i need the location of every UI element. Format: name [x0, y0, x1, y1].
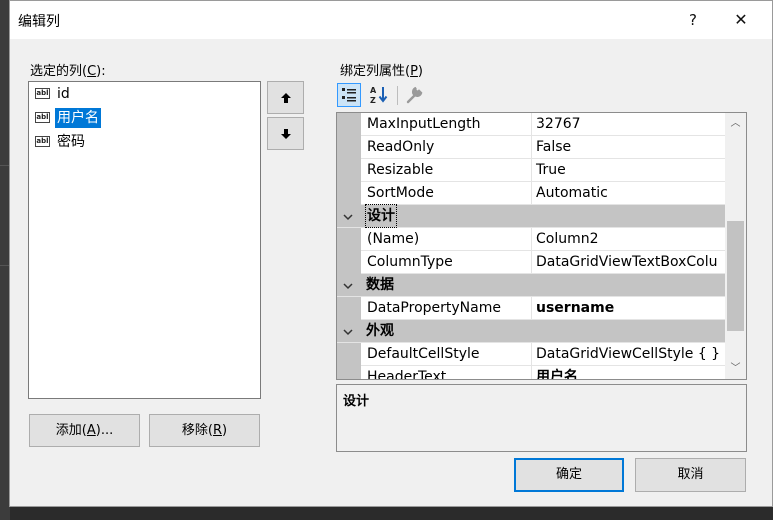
- arrow-up-icon: [280, 93, 291, 103]
- edit-columns-dialog: 编辑列 ? ✕ 选定的列(C): abl id abl 用户名 abl 密码 添加(A).…: [9, 0, 773, 507]
- cancel-button[interactable]: 取消: [635, 458, 746, 492]
- property-value[interactable]: username: [532, 297, 725, 319]
- property-row[interactable]: ReadOnly False: [337, 136, 725, 159]
- category-row[interactable]: 数据: [337, 274, 725, 297]
- property-row[interactable]: SortMode Automatic: [337, 182, 725, 205]
- property-row[interactable]: DefaultCellStyle DataGridViewCellStyle { …: [337, 343, 725, 366]
- scroll-up-arrow[interactable]: ︿: [725, 115, 746, 132]
- property-value[interactable]: DataGridViewTextBoxColu: [532, 251, 725, 273]
- row-gutter: [337, 297, 361, 320]
- textbox-column-icon: abl: [35, 112, 50, 123]
- property-value[interactable]: Column2: [532, 228, 725, 250]
- title-bar: 编辑列 ? ✕: [10, 1, 772, 39]
- property-row[interactable]: (Name) Column2: [337, 228, 725, 251]
- property-name: SortMode: [361, 182, 532, 204]
- property-name: ReadOnly: [361, 136, 532, 158]
- category-label: 设计: [365, 204, 397, 228]
- move-down-button[interactable]: [267, 117, 304, 150]
- arrow-down-icon: [280, 129, 291, 139]
- row-gutter: [337, 228, 361, 251]
- textbox-column-icon: abl: [35, 88, 50, 99]
- list-item[interactable]: abl 用户名: [29, 106, 260, 130]
- property-name: (Name): [361, 228, 532, 250]
- list-item-label: 用户名: [55, 108, 101, 128]
- property-name: DataPropertyName: [361, 297, 532, 319]
- property-grid-scrollbar[interactable]: ︿ ﹀: [725, 113, 746, 379]
- property-name: Resizable: [361, 159, 532, 181]
- property-description-panel: 设计: [336, 384, 747, 452]
- property-name: MaxInputLength: [361, 113, 532, 135]
- bound-column-properties-label: 绑定列属性(P): [340, 64, 423, 79]
- property-grid[interactable]: MaxInputLength 32767 ReadOnly False Resizabl…: [336, 112, 747, 380]
- property-row[interactable]: Resizable True: [337, 159, 725, 182]
- category-label: 数据: [366, 277, 394, 293]
- property-pages-button[interactable]: [402, 83, 426, 107]
- categorized-view-button[interactable]: [337, 83, 361, 107]
- chevron-down-icon[interactable]: [343, 205, 353, 227]
- sort-az-icon: A Z: [370, 86, 388, 105]
- textbox-column-icon: abl: [35, 136, 50, 147]
- selected-columns-list[interactable]: abl id abl 用户名 abl 密码: [28, 81, 261, 399]
- close-button[interactable]: ✕: [718, 1, 764, 39]
- property-value[interactable]: 用户名: [532, 366, 725, 379]
- category-label: 外观: [366, 323, 394, 339]
- property-row[interactable]: DataPropertyName username: [337, 297, 725, 320]
- chevron-down-icon[interactable]: [343, 320, 353, 342]
- list-item-label: id: [57, 86, 70, 102]
- list-item-label: 密码: [57, 134, 85, 150]
- property-name: HeaderText: [361, 366, 532, 379]
- property-value[interactable]: Automatic: [532, 182, 725, 204]
- svg-text:Z: Z: [370, 96, 376, 105]
- description-title: 设计: [343, 394, 370, 409]
- row-gutter: [337, 159, 361, 182]
- categorized-icon: [342, 88, 356, 102]
- dialog-title: 编辑列: [18, 14, 60, 30]
- ok-button[interactable]: 确定: [514, 458, 624, 492]
- property-grid-rows: MaxInputLength 32767 ReadOnly False Resizabl…: [337, 113, 725, 379]
- row-gutter: [337, 251, 361, 274]
- property-value[interactable]: False: [532, 136, 725, 158]
- row-gutter: [337, 343, 361, 366]
- list-item[interactable]: abl id: [29, 82, 260, 106]
- background-divider: [0, 265, 9, 266]
- category-row[interactable]: 外观: [337, 320, 725, 343]
- svg-text:A: A: [370, 86, 377, 95]
- property-value[interactable]: DataGridViewCellStyle { }: [532, 343, 725, 365]
- row-gutter: [337, 366, 361, 379]
- scroll-thumb[interactable]: [727, 221, 744, 331]
- row-gutter: [337, 136, 361, 159]
- wrench-icon: [406, 86, 423, 104]
- add-column-button[interactable]: 添加(A)...: [29, 414, 140, 447]
- property-row[interactable]: ColumnType DataGridViewTextBoxColu: [337, 251, 725, 274]
- chevron-down-icon[interactable]: [343, 274, 353, 296]
- property-row[interactable]: HeaderText 用户名: [337, 366, 725, 379]
- property-row[interactable]: MaxInputLength 32767: [337, 113, 725, 136]
- scroll-down-arrow[interactable]: ﹀: [725, 360, 746, 377]
- row-gutter: [337, 113, 361, 136]
- toolbar-separator: [397, 86, 398, 105]
- property-value[interactable]: 32767: [532, 113, 725, 135]
- background-divider: [0, 165, 9, 166]
- alphabetical-view-button[interactable]: A Z: [367, 83, 391, 107]
- property-name: ColumnType: [361, 251, 532, 273]
- help-button[interactable]: ?: [670, 1, 716, 39]
- property-name: DefaultCellStyle: [361, 343, 532, 365]
- category-row[interactable]: 设计: [337, 204, 725, 228]
- selected-columns-label: 选定的列(C):: [30, 64, 106, 79]
- row-gutter: [337, 182, 361, 205]
- list-item[interactable]: abl 密码: [29, 130, 260, 154]
- remove-column-button[interactable]: 移除(R): [149, 414, 260, 447]
- property-value[interactable]: True: [532, 159, 725, 181]
- move-up-button[interactable]: [267, 81, 304, 114]
